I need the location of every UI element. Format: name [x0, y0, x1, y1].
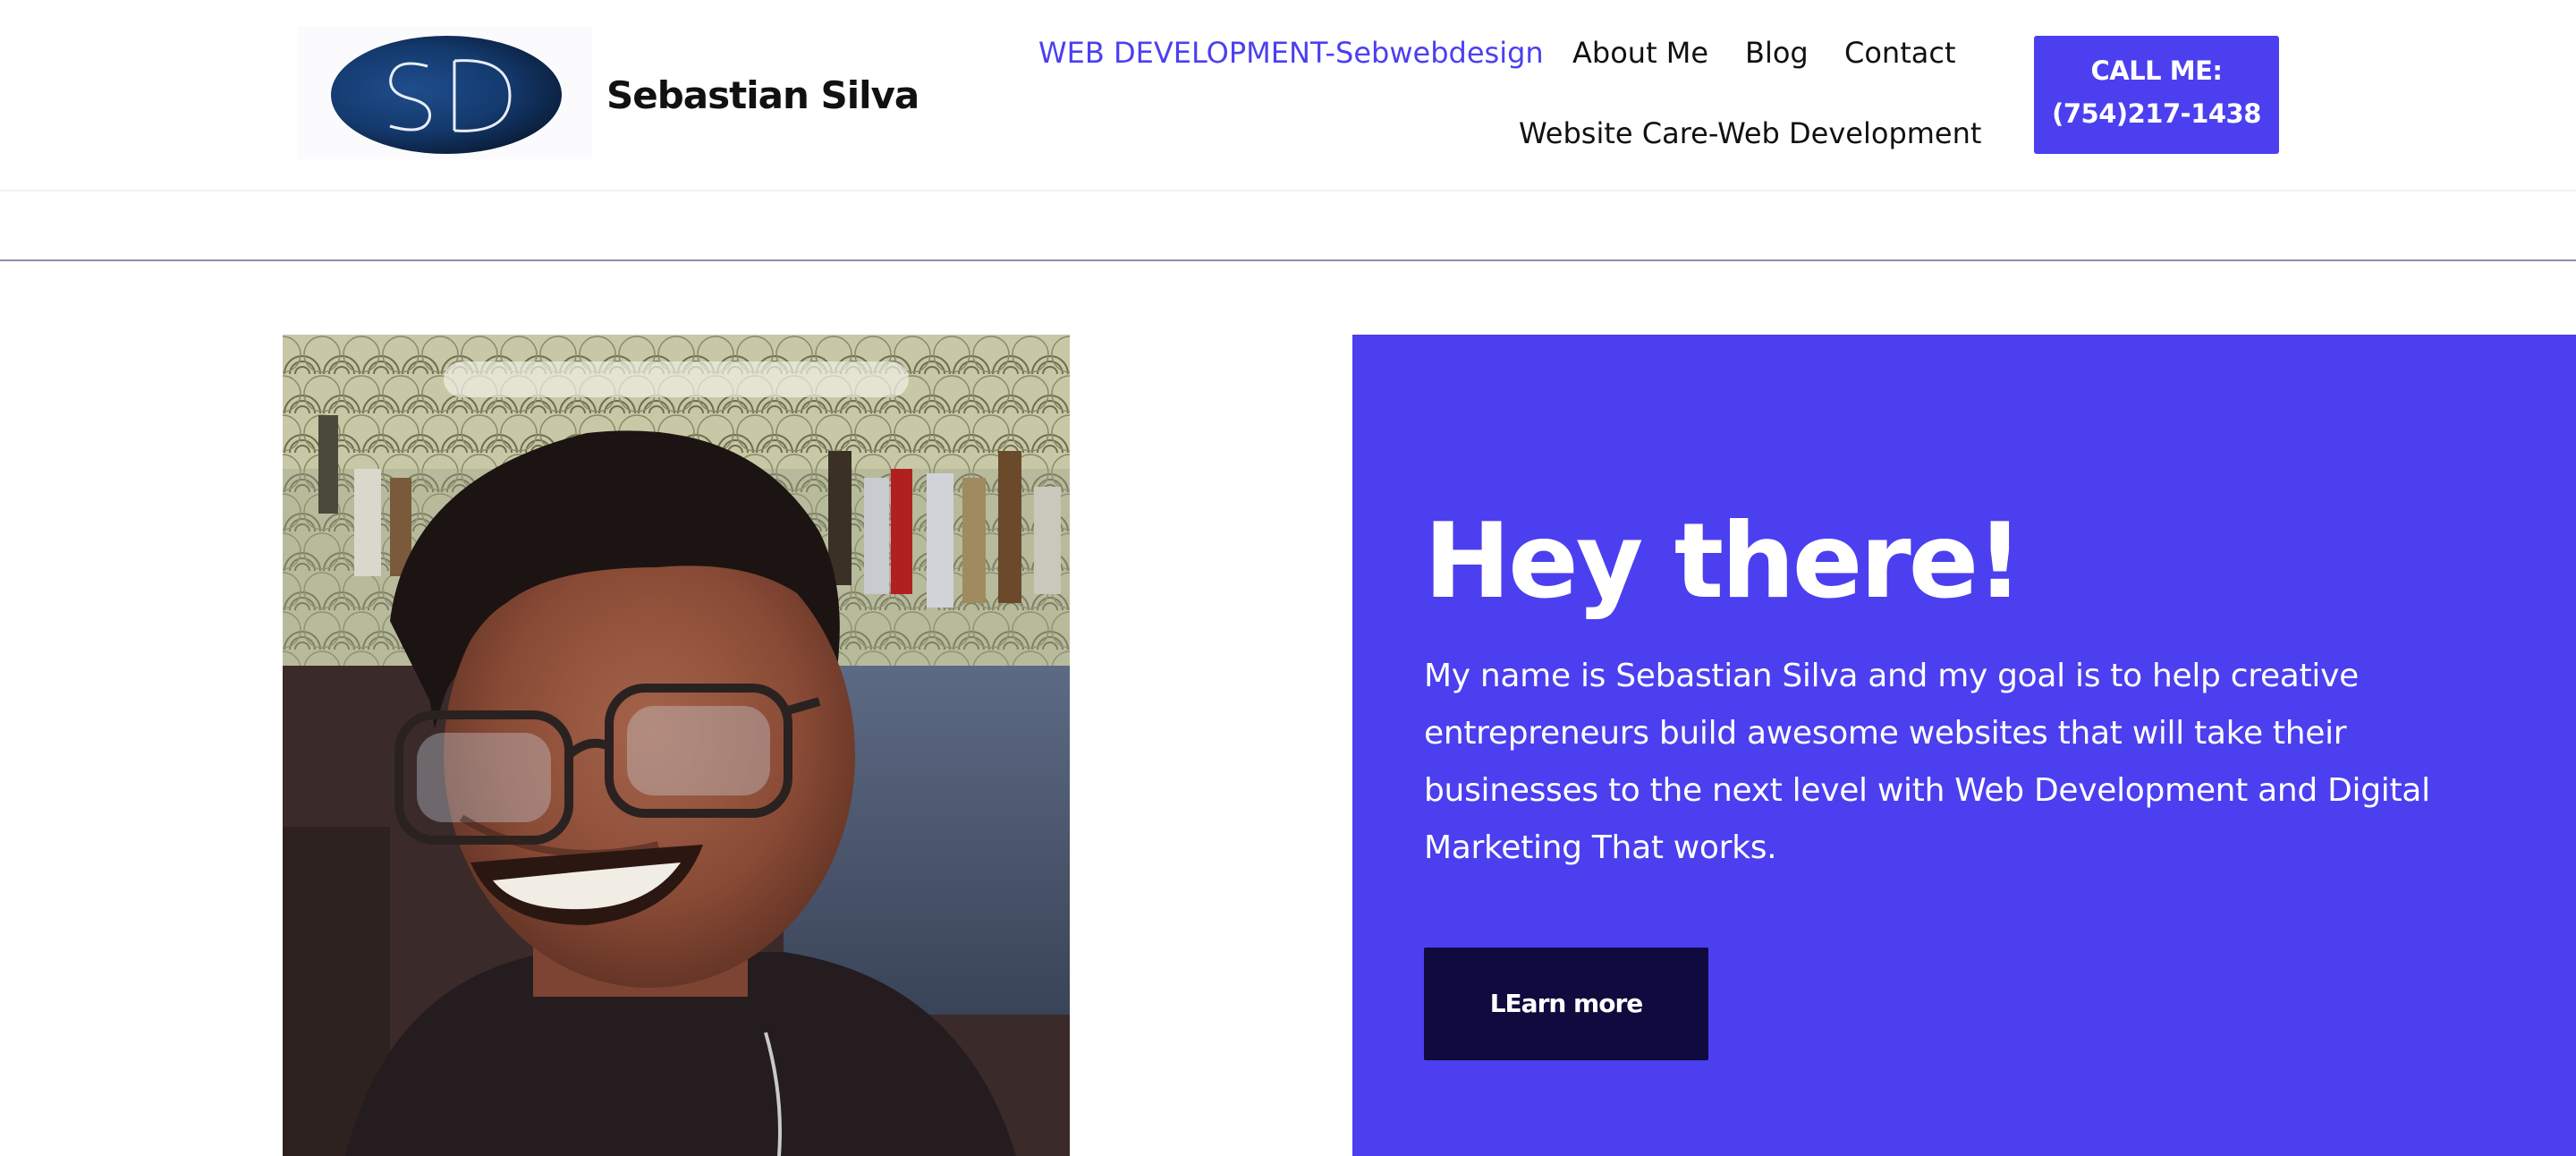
logo-image[interactable] [331, 36, 562, 154]
hero-description: My name is Sebastian Silva and my goal i… [1424, 658, 2430, 866]
section-divider [0, 259, 2576, 261]
nav-blog[interactable]: Blog [1745, 36, 1809, 70]
hero-title: Hey there! [1424, 501, 2023, 622]
nav-contact[interactable]: Contact [1844, 36, 1956, 70]
logo-letter-s [389, 62, 432, 132]
nav-website-care[interactable]: Website Care-Web Development [1519, 116, 1981, 150]
nav-web-development[interactable]: WEB DEVELOPMENT-Sebwebdesign [1038, 36, 1544, 70]
header-divider [0, 190, 2576, 191]
nav-about-me[interactable]: About Me [1572, 36, 1708, 70]
phone-number: (754)217-1438 [2052, 98, 2261, 129]
call-me-button[interactable]: CALL ME: (754)217-1438 [2034, 36, 2279, 154]
logo-letter-d [453, 59, 512, 132]
profile-photo [283, 335, 1070, 1156]
learn-more-button[interactable]: LEarn more [1424, 948, 1708, 1060]
call-me-label: CALL ME: [2090, 55, 2223, 86]
brand-name[interactable]: Sebastian Silva [606, 73, 919, 117]
